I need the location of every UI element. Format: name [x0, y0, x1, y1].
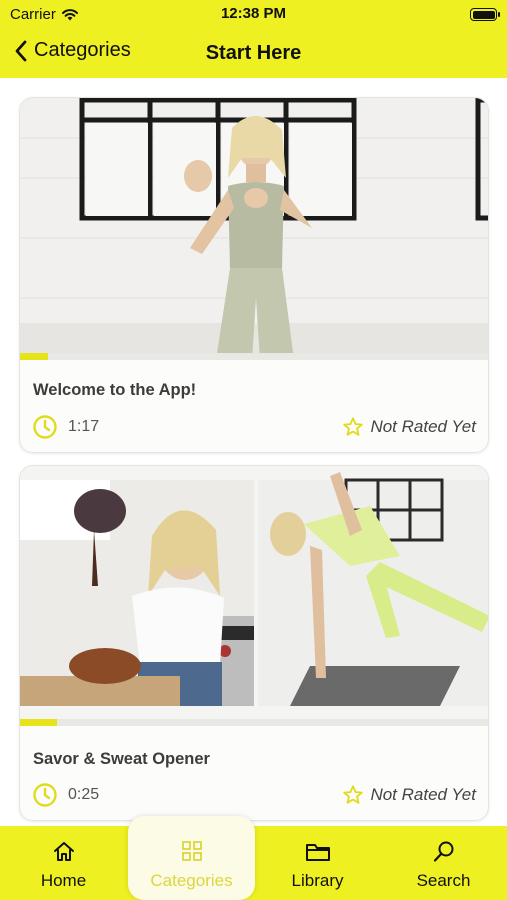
duration: 0:25	[32, 782, 99, 808]
tab-home-label: Home	[40, 871, 87, 890]
video-card[interactable]: Savor & Sweat Opener 0:25 Not Rated Yet	[19, 465, 489, 821]
video-thumbnail[interactable]	[20, 466, 488, 726]
home-icon	[53, 842, 74, 861]
clock-icon	[33, 415, 57, 439]
status-time: 12:38 PM	[220, 5, 287, 22]
status-bar: Carrier 12:38 PM	[0, 0, 507, 30]
clock-icon	[33, 783, 57, 807]
watch-progress-fill	[20, 353, 49, 360]
thumbnail-image	[20, 466, 488, 726]
tab-home[interactable]: Home	[0, 826, 127, 900]
video-title: Welcome to the App!	[33, 381, 197, 399]
watch-progress-fill	[20, 719, 58, 726]
video-meta: 1:17 Not Rated Yet	[32, 414, 476, 440]
video-title: Savor & Sweat Opener	[33, 750, 210, 768]
watch-progress	[20, 353, 488, 360]
battery-icon	[470, 8, 500, 21]
tab-categories[interactable]: Categories	[128, 816, 255, 900]
rating-label: Not Rated Yet	[370, 785, 476, 804]
tab-library[interactable]: Library	[254, 826, 381, 900]
folder-icon	[305, 844, 330, 861]
duration-label: 0:25	[68, 786, 100, 803]
navigation-bar: Categories Start Here	[0, 30, 507, 78]
video-card[interactable]: Welcome to the App! 1:17 Not Rated Yet	[19, 97, 489, 453]
watch-progress	[20, 719, 488, 726]
star-icon	[343, 785, 364, 804]
thumbnail-image	[20, 98, 488, 360]
rating[interactable]: Not Rated Yet	[342, 416, 476, 438]
video-thumbnail[interactable]	[20, 98, 488, 360]
tab-search-label: Search	[416, 871, 471, 890]
tab-library-label: Library	[291, 871, 344, 890]
rating-label: Not Rated Yet	[370, 417, 476, 436]
video-meta: 0:25 Not Rated Yet	[32, 782, 476, 808]
tab-bar: Home Categories Library Search	[0, 816, 507, 900]
duration: 1:17	[32, 414, 99, 440]
grid-icon	[181, 841, 202, 861]
video-list: Welcome to the App! 1:17 Not Rated Yet S…	[0, 78, 507, 826]
rating[interactable]: Not Rated Yet	[342, 784, 476, 806]
search-icon	[433, 841, 453, 862]
duration-label: 1:17	[68, 418, 100, 435]
tab-search[interactable]: Search	[380, 826, 507, 900]
tab-categories-label: Categories	[150, 871, 233, 890]
page-title: Start Here	[205, 42, 302, 64]
star-icon	[343, 417, 364, 436]
